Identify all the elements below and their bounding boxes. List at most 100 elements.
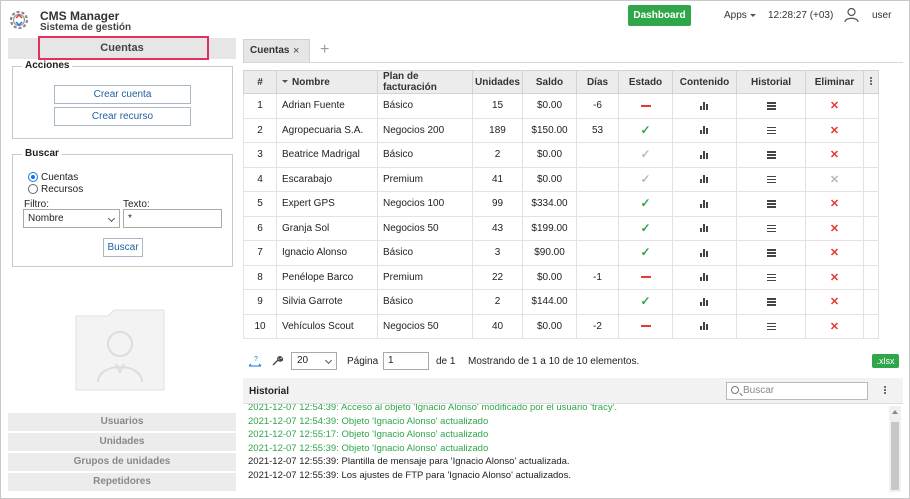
user-icon[interactable] [844,7,859,23]
table-row[interactable]: 1 Adrian Fuente Básico 15 $0.00 -6 ✕ [243,93,879,119]
cell-nombre[interactable]: Escarabajo [276,166,378,192]
cell-nombre[interactable]: Ignacio Alonso [276,240,378,266]
chart-bars-icon[interactable] [700,101,709,110]
cell-eliminar[interactable]: ✕ [805,191,864,217]
list-icon[interactable] [766,298,776,306]
table-row[interactable]: 3 Beatrice Madrigal Básico 2 $0.00 ✓ ✕ [243,142,879,168]
export-xlsx-button[interactable]: .xlsx [872,354,899,368]
col-header-plan[interactable]: Plan de facturación [377,70,473,94]
user-name[interactable]: user [872,10,891,21]
chart-bars-icon[interactable] [700,322,709,331]
cell-historial[interactable] [736,93,806,119]
cell-contenido[interactable] [672,313,737,339]
tab-cuentas[interactable]: Cuentas × [243,39,310,62]
col-header-num[interactable]: # [243,70,277,94]
cell-nombre[interactable]: Silvia Garrote [276,289,378,315]
cell-contenido[interactable] [672,289,737,315]
cell-eliminar[interactable]: ✕ [805,166,864,192]
list-icon[interactable] [766,126,776,135]
chart-bars-icon[interactable] [700,248,709,257]
col-header-dias[interactable]: Días [576,70,619,94]
page-size-select[interactable]: 20 [291,352,337,370]
chart-bars-icon[interactable] [700,273,709,282]
col-header-contenido[interactable]: Contenido [672,70,737,94]
cell-historial[interactable] [736,240,806,266]
cell-historial[interactable] [736,117,806,143]
chart-bars-icon[interactable] [700,297,709,306]
radio-recursos[interactable] [28,184,38,194]
table-row[interactable]: 10 Vehículos Scout Negocios 50 40 $0.00 -2 ✕ [243,313,879,339]
nav-repetidores[interactable]: Repetidores [8,473,236,491]
chart-bars-icon[interactable] [700,126,709,135]
cell-nombre[interactable]: Granja Sol [276,215,378,241]
apps-menu[interactable]: Apps [724,10,747,21]
list-icon[interactable] [766,273,776,282]
chart-bars-icon[interactable] [700,199,709,208]
chart-bars-icon[interactable] [700,150,709,159]
cell-contenido[interactable] [672,166,737,192]
history-scrollbar[interactable] [889,406,901,492]
cell-contenido[interactable] [672,264,737,290]
cell-historial[interactable] [736,313,806,339]
cell-eliminar[interactable]: ✕ [805,215,864,241]
page-input[interactable]: 1 [383,352,429,370]
close-icon[interactable]: × [293,40,299,62]
delete-icon[interactable]: ✕ [830,223,839,235]
list-icon[interactable] [766,175,776,184]
nav-usuarios[interactable]: Usuarios [8,413,236,431]
cell-eliminar[interactable]: ✕ [805,313,864,339]
cell-historial[interactable] [736,215,806,241]
cell-eliminar[interactable]: ✕ [805,117,864,143]
cell-nombre[interactable]: Expert GPS [276,191,378,217]
table-row[interactable]: 5 Expert GPS Negocios 100 99 $334.00 ✓ ✕ [243,191,879,217]
cell-contenido[interactable] [672,240,737,266]
cell-nombre[interactable]: Beatrice Madrigal [276,142,378,168]
crear-recurso-button[interactable]: Crear recurso [54,107,191,126]
delete-icon[interactable]: ✕ [830,174,839,186]
col-header-estado[interactable]: Estado [618,70,673,94]
col-header-saldo[interactable]: Saldo [522,70,577,94]
cell-historial[interactable] [736,166,806,192]
cell-eliminar[interactable]: ✕ [805,240,864,266]
col-header-historial[interactable]: Historial [736,70,806,94]
cell-eliminar[interactable]: ✕ [805,142,864,168]
delete-icon[interactable]: ✕ [830,247,839,259]
list-icon[interactable] [766,102,776,110]
delete-icon[interactable]: ✕ [830,272,839,284]
table-row[interactable]: 8 Penélope Barco Premium 22 $0.00 -1 ✕ [243,264,879,290]
table-row[interactable]: 6 Granja Sol Negocios 50 43 $199.00 ✓ ✕ [243,215,879,241]
delete-icon[interactable]: ✕ [830,125,839,137]
col-header-eliminar[interactable]: Eliminar [805,70,864,94]
nav-unidades[interactable]: Unidades [8,433,236,451]
delete-icon[interactable]: ✕ [830,198,839,210]
list-icon[interactable] [766,200,776,208]
cell-eliminar[interactable]: ✕ [805,289,864,315]
cell-contenido[interactable] [672,93,737,119]
delete-icon[interactable]: ✕ [830,149,839,161]
table-row[interactable]: 4 Escarabajo Premium 41 $0.00 ✓ ✕ [243,166,879,192]
chart-bars-icon[interactable] [700,175,709,184]
cell-contenido[interactable] [672,215,737,241]
cell-contenido[interactable] [672,142,737,168]
scroll-up-icon[interactable] [892,410,898,414]
table-row[interactable]: 2 Agropecuaria S.A. Negocios 200 189 $150.00… [243,117,879,143]
cell-historial[interactable] [736,289,806,315]
resize-help-icon[interactable]: ? [248,354,262,368]
wrench-icon[interactable] [271,355,283,367]
buscar-button[interactable]: Buscar [103,238,143,257]
chart-bars-icon[interactable] [700,224,709,233]
delete-icon[interactable]: ✕ [830,321,839,333]
cell-historial[interactable] [736,191,806,217]
table-row[interactable]: 7 Ignacio Alonso Básico 3 $90.00 ✓ ✕ [243,240,879,266]
radio-cuentas[interactable] [28,172,38,182]
delete-icon[interactable]: ✕ [830,296,839,308]
cell-nombre[interactable]: Penélope Barco [276,264,378,290]
cell-eliminar[interactable]: ✕ [805,264,864,290]
cell-historial[interactable] [736,264,806,290]
nav-grupos-de-unidades[interactable]: Grupos de unidades [8,453,236,471]
cell-historial[interactable] [736,142,806,168]
texto-input[interactable]: * [123,209,222,228]
cell-nombre[interactable]: Adrian Fuente [276,93,378,119]
cell-eliminar[interactable]: ✕ [805,93,864,119]
list-icon[interactable] [766,151,776,159]
